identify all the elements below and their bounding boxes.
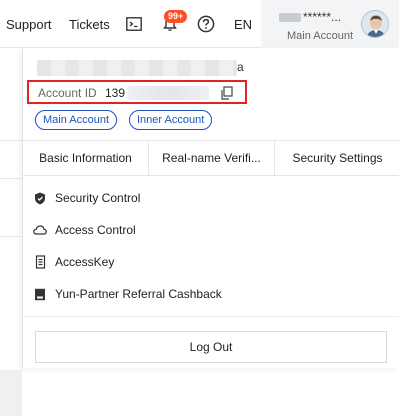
- background-page: [0, 48, 22, 416]
- inner-account-tag: Inner Account: [129, 110, 213, 130]
- terminal-icon[interactable]: [124, 14, 144, 34]
- support-link[interactable]: Support: [6, 0, 52, 48]
- tab-basic-information[interactable]: Basic Information: [23, 141, 149, 175]
- masked-account-id: [127, 86, 209, 100]
- copy-icon[interactable]: [219, 85, 235, 101]
- masked-account-name: [37, 60, 237, 76]
- tab-real-name-verification[interactable]: Real-name Verifi...: [149, 141, 275, 175]
- menu-item-security-control[interactable]: Security Control: [33, 188, 140, 208]
- main-account-tag: Main Account: [35, 110, 118, 130]
- book-icon: [33, 287, 47, 301]
- menu-item-referral-cashback[interactable]: Yun-Partner Referral Cashback: [33, 284, 222, 304]
- tab-security-settings[interactable]: Security Settings: [275, 141, 399, 175]
- account-role: Main Account: [287, 30, 354, 42]
- menu-item-access-control[interactable]: Access Control: [33, 220, 136, 240]
- language-switch[interactable]: EN: [234, 0, 252, 48]
- notification-count-badge: 99+: [164, 10, 188, 23]
- key-icon: [33, 255, 47, 269]
- account-id-highlight: Account ID 139: [27, 80, 247, 104]
- tickets-link[interactable]: Tickets: [69, 0, 110, 48]
- menu-item-label: Access Control: [55, 223, 136, 237]
- account-dropdown: a Account ID 139 Main Account Inner Acco…: [22, 48, 399, 368]
- logout-button[interactable]: Log Out: [35, 331, 387, 363]
- cloud-icon: [33, 223, 47, 237]
- account-menu-trigger[interactable]: ******... Main Account: [261, 0, 399, 48]
- account-name-tail: a: [237, 60, 244, 74]
- account-id-label: Account ID: [38, 86, 97, 100]
- account-name-text: ******...: [303, 10, 342, 24]
- account-name: ******...: [279, 10, 341, 24]
- menu-item-label: AccessKey: [55, 255, 115, 269]
- help-icon[interactable]: [196, 14, 216, 34]
- menu-item-label: Yun-Partner Referral Cashback: [55, 287, 222, 301]
- shield-icon: [33, 191, 47, 205]
- account-id-value: 139: [105, 86, 126, 100]
- menu-item-accesskey[interactable]: AccessKey: [33, 252, 114, 272]
- menu-item-label: Security Control: [55, 191, 141, 205]
- divider: [23, 316, 399, 317]
- top-navigation-bar: Support Tickets 99+ EN ******... Main Ac…: [0, 0, 399, 48]
- account-tabs: Basic Information Real-name Verifi... Se…: [23, 140, 399, 176]
- avatar[interactable]: [361, 10, 389, 38]
- masked-name: [279, 12, 301, 22]
